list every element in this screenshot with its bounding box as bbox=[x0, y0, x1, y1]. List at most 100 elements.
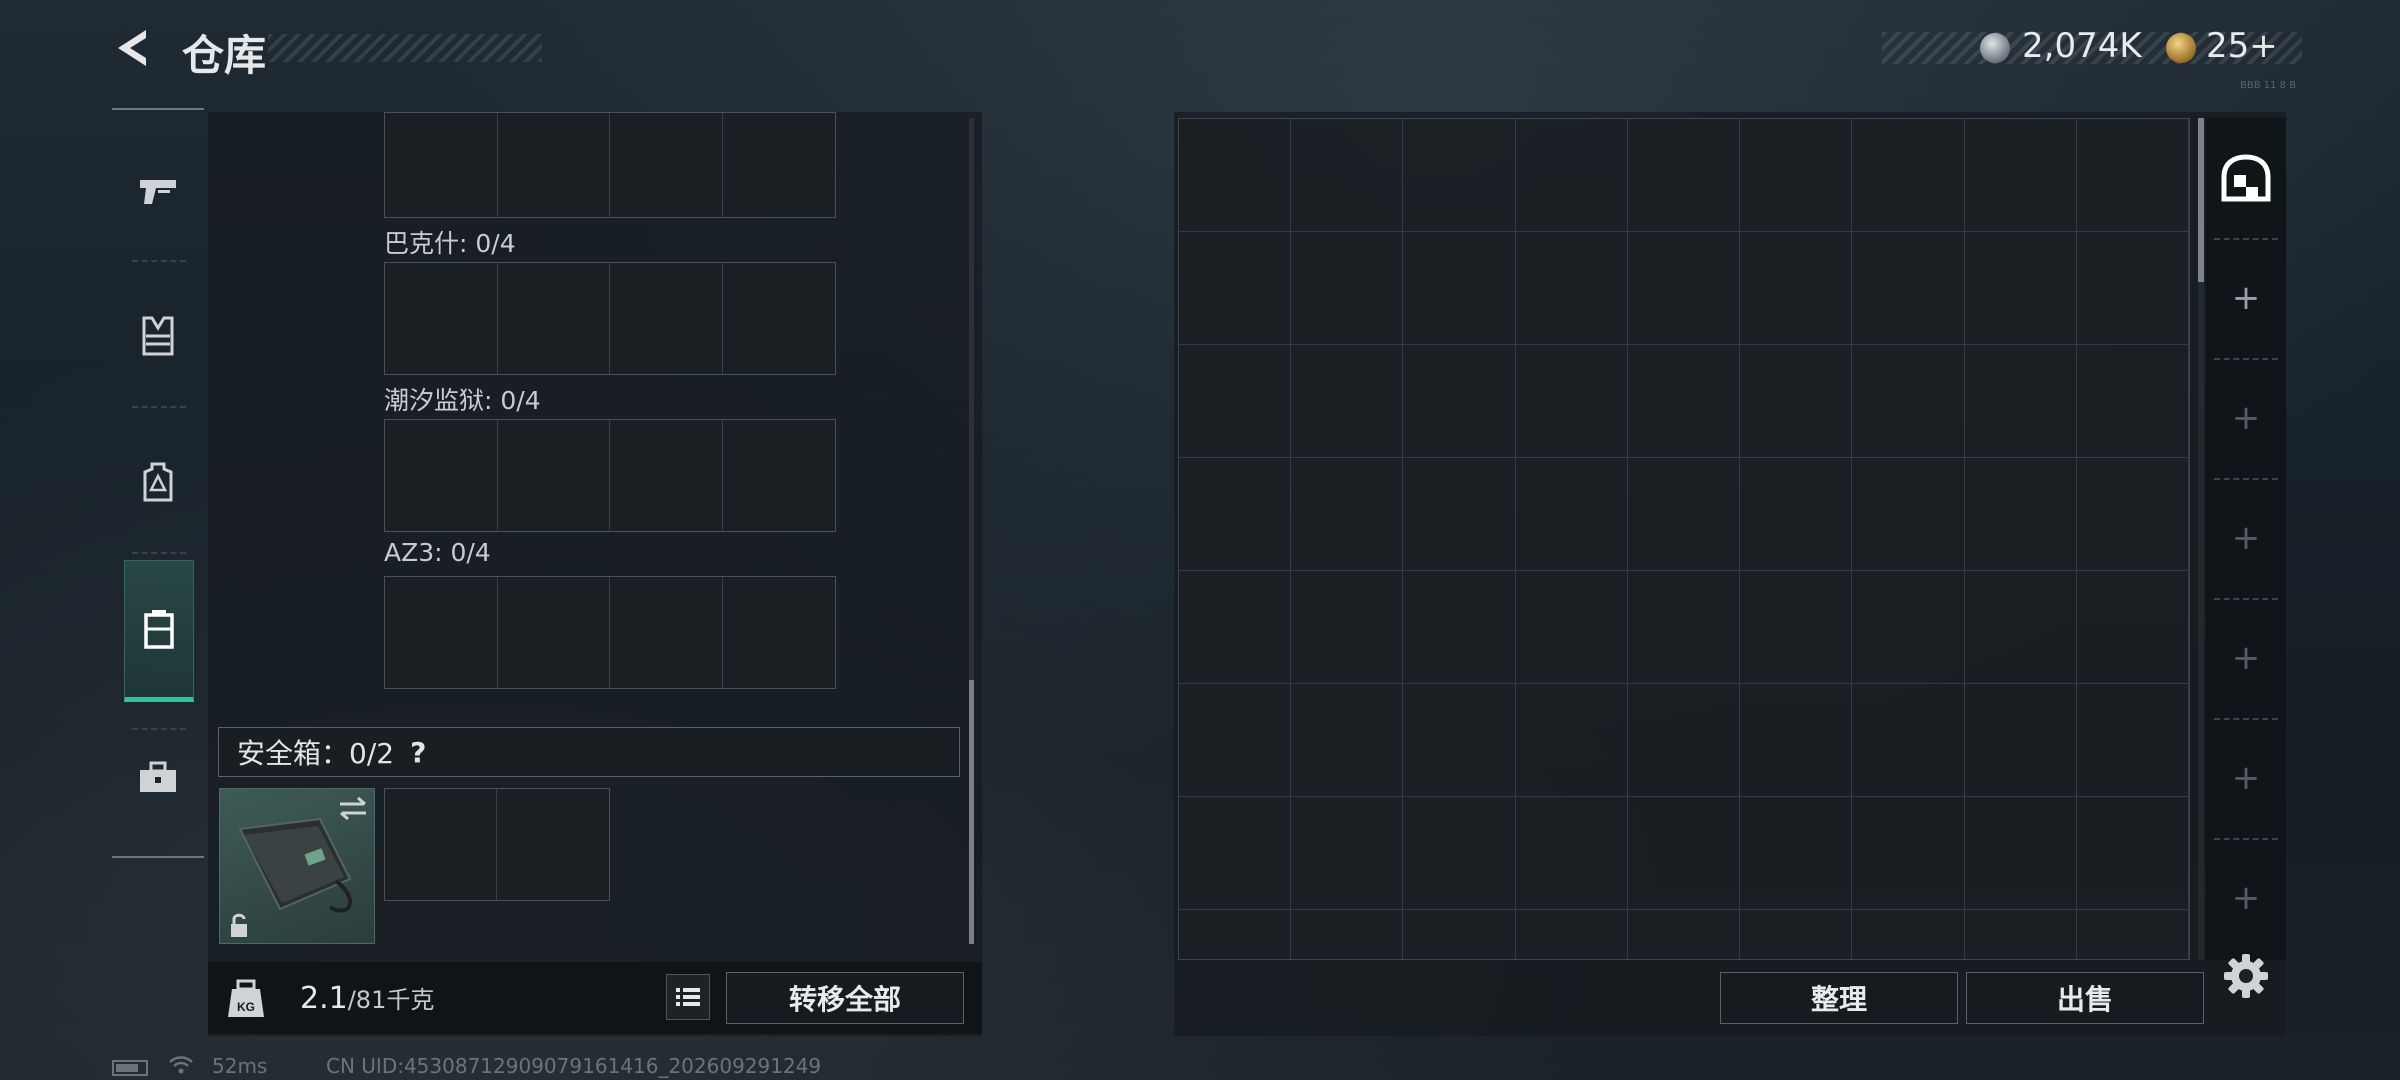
storage-cell[interactable] bbox=[1179, 910, 1292, 959]
storage-cell[interactable] bbox=[1627, 345, 1741, 458]
safe-box-grid[interactable] bbox=[384, 788, 610, 901]
storage-cell[interactable] bbox=[1403, 458, 1516, 571]
storage-cell[interactable] bbox=[1515, 797, 1628, 910]
storage-cell[interactable] bbox=[1179, 684, 1292, 797]
storage-cell[interactable] bbox=[2076, 119, 2189, 232]
storage-cell[interactable] bbox=[2076, 571, 2189, 684]
storage-cell[interactable] bbox=[1964, 797, 2077, 910]
swap-icon[interactable] bbox=[336, 795, 370, 821]
storage-tab-add[interactable]: + bbox=[2206, 478, 2286, 598]
storage-cell[interactable] bbox=[2076, 797, 2189, 910]
storage-cell[interactable] bbox=[1852, 910, 1965, 959]
storage-cell[interactable] bbox=[1179, 345, 1292, 458]
storage-tab-main[interactable] bbox=[2206, 118, 2286, 238]
storage-cell[interactable] bbox=[1627, 571, 1741, 684]
storage-cell[interactable] bbox=[1403, 232, 1516, 345]
storage-cell[interactable] bbox=[2076, 232, 2189, 345]
storage-grid[interactable] bbox=[1178, 118, 2190, 960]
storage-cell[interactable] bbox=[1740, 458, 1853, 571]
storage-cell[interactable] bbox=[1628, 910, 1741, 959]
safe-box-item[interactable] bbox=[219, 788, 375, 944]
storage-tab-add[interactable]: + bbox=[2206, 358, 2286, 478]
storage-cell[interactable] bbox=[1291, 910, 1404, 959]
storage-cell[interactable] bbox=[1852, 232, 1965, 345]
storage-cell[interactable] bbox=[1740, 571, 1853, 684]
storage-cell[interactable] bbox=[1515, 232, 1628, 345]
storage-cell[interactable] bbox=[1627, 232, 1741, 345]
storage-cell[interactable] bbox=[1852, 345, 1965, 458]
storage-cell[interactable] bbox=[1740, 910, 1853, 959]
storage-cell[interactable] bbox=[1964, 119, 2077, 232]
storage-cell[interactable] bbox=[2077, 910, 2189, 959]
storage-cell[interactable] bbox=[1403, 345, 1516, 458]
storage-cell[interactable] bbox=[1179, 232, 1292, 345]
storage-cell[interactable] bbox=[1627, 797, 1741, 910]
storage-cell[interactable] bbox=[1516, 910, 1628, 959]
storage-cell[interactable] bbox=[1627, 458, 1741, 571]
storage-cell[interactable] bbox=[1740, 797, 1853, 910]
storage-cell[interactable] bbox=[1291, 119, 1404, 232]
storage-cell[interactable] bbox=[1740, 345, 1853, 458]
storage-cell[interactable] bbox=[1852, 119, 1965, 232]
storage-cell[interactable] bbox=[1627, 119, 1741, 232]
sell-button[interactable]: 出售 bbox=[1966, 972, 2204, 1024]
storage-cell[interactable] bbox=[1403, 910, 1516, 959]
storage-cell[interactable] bbox=[1291, 232, 1404, 345]
storage-cell[interactable] bbox=[1515, 345, 1628, 458]
storage-cell[interactable] bbox=[1515, 119, 1628, 232]
storage-cell[interactable] bbox=[1965, 910, 2077, 959]
storage-cell[interactable] bbox=[2076, 345, 2189, 458]
item-grid[interactable] bbox=[384, 112, 836, 218]
storage-cell[interactable] bbox=[1403, 684, 1516, 797]
storage-tab-add[interactable]: + bbox=[2206, 598, 2286, 718]
storage-cell[interactable] bbox=[2076, 684, 2189, 797]
sidebar-item-container[interactable] bbox=[124, 560, 194, 702]
storage-cell[interactable] bbox=[1740, 684, 1853, 797]
storage-cell[interactable] bbox=[1627, 684, 1741, 797]
help-button[interactable]: ? bbox=[410, 736, 426, 769]
storage-cell[interactable] bbox=[1403, 571, 1516, 684]
storage-cell[interactable] bbox=[1964, 684, 2077, 797]
storage-cell[interactable] bbox=[1964, 571, 2077, 684]
storage-cell[interactable] bbox=[1179, 571, 1292, 684]
storage-cell[interactable] bbox=[1852, 458, 1965, 571]
storage-cell[interactable] bbox=[1179, 458, 1292, 571]
sidebar-item-armor[interactable] bbox=[124, 288, 192, 384]
storage-cell[interactable] bbox=[1179, 119, 1292, 232]
storage-tab-add[interactable]: + bbox=[2206, 838, 2286, 958]
back-arrow-icon[interactable] bbox=[112, 26, 156, 70]
storage-cell[interactable] bbox=[1740, 119, 1853, 232]
sort-button[interactable]: 整理 bbox=[1720, 972, 1958, 1024]
storage-tab-add[interactable]: + bbox=[2206, 718, 2286, 838]
storage-cell[interactable] bbox=[1852, 684, 1965, 797]
storage-tab-add[interactable]: + bbox=[2206, 238, 2286, 358]
storage-cell[interactable] bbox=[1964, 345, 2077, 458]
storage-cell[interactable] bbox=[1964, 232, 2077, 345]
storage-cell[interactable] bbox=[1852, 571, 1965, 684]
storage-cell[interactable] bbox=[1403, 797, 1516, 910]
storage-cell[interactable] bbox=[1515, 684, 1628, 797]
item-grid[interactable] bbox=[384, 419, 836, 532]
storage-cell[interactable] bbox=[1852, 797, 1965, 910]
transfer-all-button[interactable]: 转移全部 bbox=[726, 972, 964, 1024]
sidebar-item-weapon[interactable] bbox=[124, 142, 192, 238]
storage-cell[interactable] bbox=[1515, 571, 1628, 684]
gear-icon[interactable] bbox=[2222, 952, 2270, 1000]
item-grid[interactable] bbox=[384, 262, 836, 375]
storage-cell[interactable] bbox=[1740, 232, 1853, 345]
storage-cell[interactable] bbox=[1179, 797, 1292, 910]
loadout-scroll-thumb[interactable] bbox=[969, 680, 974, 944]
storage-cell[interactable] bbox=[1291, 571, 1404, 684]
storage-cell[interactable] bbox=[1291, 458, 1404, 571]
storage-cell[interactable] bbox=[1291, 797, 1404, 910]
storage-cell[interactable] bbox=[1291, 345, 1404, 458]
list-view-button[interactable] bbox=[666, 974, 710, 1020]
storage-cell[interactable] bbox=[1291, 684, 1404, 797]
storage-scroll-thumb[interactable] bbox=[2198, 118, 2204, 282]
storage-cell[interactable] bbox=[2076, 458, 2189, 571]
sidebar-item-toolbox[interactable] bbox=[124, 730, 192, 826]
sidebar-item-backpack[interactable] bbox=[124, 434, 192, 530]
storage-cell[interactable] bbox=[1964, 458, 2077, 571]
storage-cell[interactable] bbox=[1403, 119, 1516, 232]
item-grid[interactable] bbox=[384, 576, 836, 689]
